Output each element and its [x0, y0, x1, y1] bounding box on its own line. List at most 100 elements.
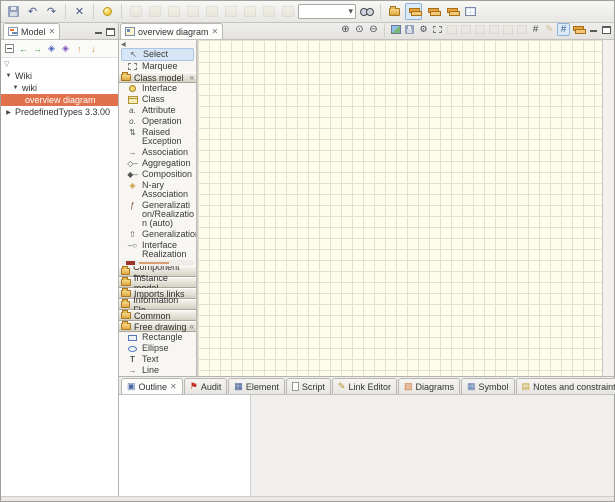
save-button[interactable]	[5, 3, 22, 20]
show-layers-button[interactable]	[405, 3, 422, 20]
palette-tool-operation[interactable]: o. Operation	[119, 116, 196, 127]
pin-icon[interactable]: «	[190, 323, 194, 331]
show-notes-button[interactable]	[443, 3, 460, 20]
palette-tool-composition[interactable]: ◆– Composition	[119, 169, 196, 180]
diagram-canvas[interactable]	[197, 40, 602, 376]
show-grid-button[interactable]: #	[529, 23, 542, 36]
palette-tool-rectangle[interactable]: Rectangle	[119, 332, 196, 343]
move-down-button[interactable]: ↓	[87, 42, 100, 56]
layers-button[interactable]	[571, 23, 584, 36]
palette-tool-attribute[interactable]: a. Attribute	[119, 105, 196, 116]
create-tool-button-1[interactable]	[127, 3, 144, 20]
palette-section-class-model[interactable]: Class model «	[119, 72, 196, 83]
tab-symbol[interactable]: ▦ Symbol	[461, 378, 515, 394]
tab-overview-diagram[interactable]: overview diagram ✕	[120, 23, 223, 39]
paste-style-button[interactable]	[459, 23, 472, 36]
palette-tool-nary-association[interactable]: ◈ N-ary Association	[119, 180, 196, 200]
palette-tool-generalization[interactable]: ⇧ Generalization	[119, 229, 196, 240]
maximize-button[interactable]	[602, 26, 611, 34]
tab-diagrams[interactable]: ▧ Diagrams	[398, 378, 460, 394]
tab-notes-and-constraints[interactable]: ▤ Notes and constraints	[516, 378, 615, 394]
align-horizontal-button[interactable]	[501, 23, 514, 36]
maximize-button[interactable]	[106, 28, 115, 36]
undo-button[interactable]: ↶	[24, 3, 41, 20]
palette-tool-interface-realization[interactable]: –○ Interface Realization	[119, 240, 196, 260]
palette-section-information-flow[interactable]: Information Flo...	[119, 299, 196, 310]
search-combo[interactable]: ▾	[298, 4, 356, 19]
tab-audit[interactable]: ⚑ Audit	[184, 378, 228, 394]
tree-item-wiki-project[interactable]: ▼ Wiki	[1, 70, 118, 82]
zoom-original-button[interactable]: ⊙	[353, 23, 366, 36]
model-panel-tabrow: Model ✕	[1, 23, 118, 40]
zoom-in-button[interactable]: ⊕	[339, 23, 352, 36]
tree-item-wiki-package[interactable]: ▼ wiki	[1, 82, 118, 94]
pin-icon[interactable]: «	[190, 74, 194, 82]
view-menu-button[interactable]: ▽	[4, 60, 9, 68]
export-image-button[interactable]	[389, 23, 402, 36]
palette-section-instance-model[interactable]: Instance model	[119, 277, 196, 288]
navigate-forward-button[interactable]: →	[31, 42, 44, 56]
palette-tool-aggregation[interactable]: ◇– Aggregation	[119, 158, 196, 169]
palette-tool-association[interactable]: → Association	[119, 147, 196, 158]
palette-collapse-button[interactable]: ◀	[119, 40, 196, 48]
outline-view-content[interactable]	[119, 395, 251, 496]
palette-tool-class[interactable]: Class	[119, 94, 196, 105]
collapse-all-button[interactable]	[3, 42, 16, 56]
create-tool-button-6[interactable]	[222, 3, 239, 20]
palette-tool-text[interactable]: T Text	[119, 354, 196, 365]
create-tool-button-2[interactable]	[146, 3, 163, 20]
create-tool-button-3[interactable]	[165, 3, 182, 20]
create-tool-button-8[interactable]	[260, 3, 277, 20]
zoom-out-button[interactable]: ⊖	[367, 23, 380, 36]
navigate-back-button[interactable]: ←	[17, 42, 30, 56]
search-button[interactable]	[358, 3, 375, 20]
close-icon[interactable]: ✕	[212, 27, 219, 36]
related-next-button[interactable]: ◈	[59, 42, 72, 56]
create-tool-button-9[interactable]	[279, 3, 296, 20]
tab-model[interactable]: Model ✕	[3, 23, 60, 39]
minimize-button[interactable]	[589, 25, 598, 34]
expander-icon[interactable]: ▼	[5, 73, 12, 79]
tab-script[interactable]: Script	[286, 378, 331, 394]
tab-link-editor[interactable]: ✎ Link Editor	[332, 378, 397, 394]
create-tool-button-5[interactable]	[203, 3, 220, 20]
tab-element[interactable]: ▦ Element	[228, 378, 285, 394]
palette-section-common[interactable]: Common	[119, 310, 196, 321]
configure-tools-button[interactable]: ✕	[71, 3, 88, 20]
save-diagram-button[interactable]	[403, 23, 416, 36]
edit-style-button[interactable]: ✎	[543, 23, 556, 36]
create-tool-button-7[interactable]	[241, 3, 258, 20]
expander-icon[interactable]: ▼	[12, 85, 19, 91]
tab-outline[interactable]: ▣ Outline ✕	[121, 378, 183, 394]
close-icon[interactable]: ✕	[170, 382, 177, 391]
raise-element-button[interactable]	[473, 23, 486, 36]
copy-style-button[interactable]	[445, 23, 458, 36]
audit-hint-button[interactable]	[99, 3, 116, 20]
palette-section-free-drawing[interactable]: Free drawing «	[119, 321, 196, 332]
minimize-button[interactable]	[94, 27, 103, 36]
diagram-properties-button[interactable]: ⚙	[417, 23, 430, 36]
palette-tool-interface[interactable]: Interface	[119, 83, 196, 94]
palette-tool-marquee[interactable]: Marquee	[119, 61, 196, 72]
redo-button[interactable]: ↷	[43, 3, 60, 20]
close-icon[interactable]: ✕	[49, 27, 56, 36]
show-links-button[interactable]	[424, 3, 441, 20]
show-table-button[interactable]	[462, 3, 479, 20]
expander-icon[interactable]: ▶	[5, 109, 12, 116]
tree-item-overview-diagram[interactable]: overview diagram	[1, 94, 118, 106]
align-vertical-button[interactable]	[515, 23, 528, 36]
create-tool-button-4[interactable]	[184, 3, 201, 20]
vertical-scrollbar[interactable]	[602, 40, 614, 376]
palette-tool-line[interactable]: → Line	[119, 365, 196, 376]
lower-element-button[interactable]	[487, 23, 500, 36]
tree-item-predefined-types[interactable]: ▶ PredefinedTypes 3.3.00	[1, 106, 118, 118]
palette-tool-ellipse[interactable]: Ellipse	[119, 343, 196, 354]
palette-tool-select[interactable]: ↖ Select	[121, 48, 194, 61]
browse-folder-button[interactable]	[386, 3, 403, 20]
palette-tool-raised-exception[interactable]: ⇅ Raised Exception	[119, 127, 196, 147]
related-previous-button[interactable]: ◈	[45, 42, 58, 56]
palette-tool-generalization-realization-auto[interactable]: ƒ Generalization/Realization (auto)	[119, 200, 196, 229]
snap-to-grid-button[interactable]: #	[557, 23, 570, 36]
marquee-mode-button[interactable]	[431, 23, 444, 36]
move-up-button[interactable]: ↑	[73, 42, 86, 56]
